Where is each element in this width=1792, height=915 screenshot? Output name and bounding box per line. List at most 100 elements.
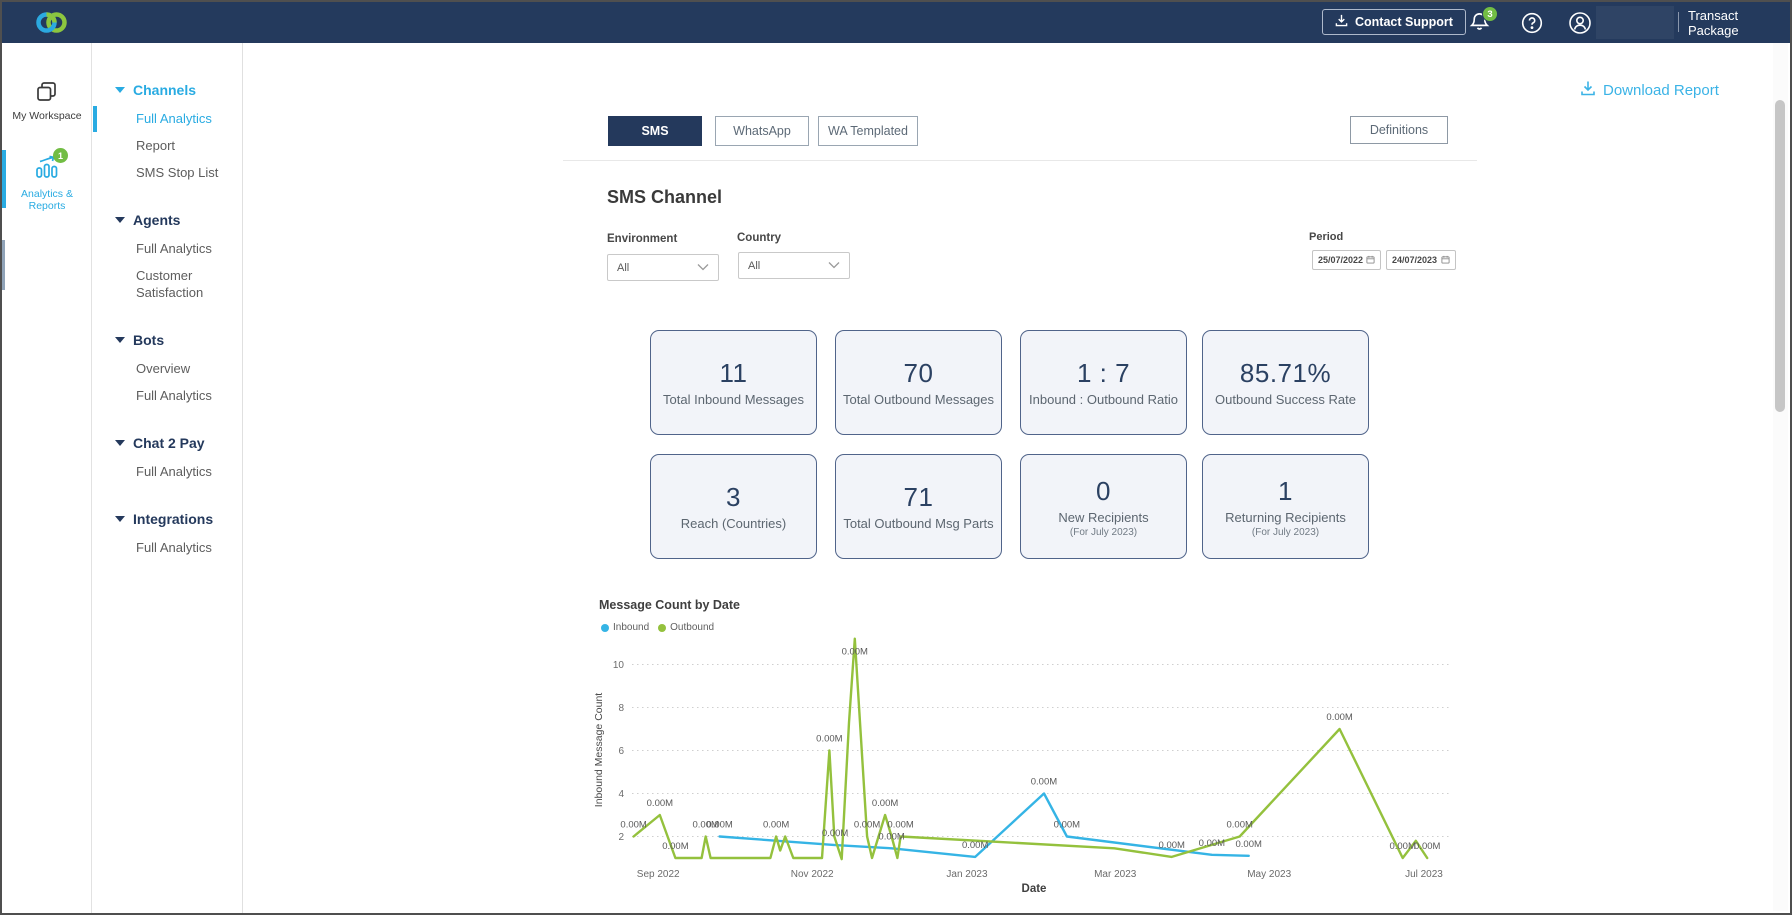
kpi-value: 1: [1278, 476, 1293, 507]
topbar-divider: [1678, 12, 1679, 32]
sidebar-item-overview[interactable]: Overview: [115, 360, 230, 377]
y-axis-label: Inbound Message Count: [593, 693, 605, 807]
sidebar-section-channels[interactable]: Channels: [115, 81, 242, 99]
download-icon: [1580, 80, 1596, 100]
kpi-card-reach-countries-: 3Reach (Countries): [650, 454, 817, 559]
environment-select[interactable]: All: [607, 254, 719, 281]
tabs-divider: [563, 160, 1477, 161]
data-point-label: 0.00M: [763, 820, 789, 831]
sidebar-section-label: Agents: [133, 212, 180, 228]
app-logo-icon[interactable]: [34, 10, 70, 40]
rail-secondary-indicator: [2, 240, 5, 290]
chevron-down-icon: [697, 262, 709, 274]
x-axis-tick: May 2023: [1247, 869, 1291, 880]
data-point-label: 0.00M: [620, 820, 646, 831]
calendar-icon: [1441, 255, 1450, 266]
kpi-value: 71: [904, 482, 934, 513]
workspace-icon: [34, 92, 60, 109]
download-report-link[interactable]: Download Report: [1580, 80, 1719, 100]
kpi-card-returning-recipients: 1Returning Recipients(For July 2023): [1202, 454, 1369, 559]
period-from-date-input[interactable]: 25/07/2022: [1312, 250, 1381, 270]
section-collapse-caret-icon: [115, 337, 125, 343]
sidebar-item-label: Report: [136, 138, 175, 153]
section-collapse-caret-icon: [115, 516, 125, 522]
sidebar-section-integrations[interactable]: Integrations: [115, 510, 242, 528]
kpi-label: Outbound Success Rate: [1215, 392, 1356, 407]
analytics-icon: 1: [32, 153, 62, 188]
data-point-label: 0.00M: [1326, 712, 1352, 723]
data-point-label: 0.00M: [962, 840, 988, 851]
sidebar-section-label: Channels: [133, 82, 196, 98]
vertical-scrollbar-thumb[interactable]: [1775, 100, 1785, 412]
page-title: SMS Channel: [607, 187, 722, 208]
y-axis-tick: 2: [618, 832, 624, 843]
x-axis-tick: Mar 2023: [1094, 869, 1137, 880]
chart-title: Message Count by Date: [599, 598, 740, 612]
x-axis-label: Date: [1022, 883, 1047, 895]
kpi-value: 11: [720, 358, 748, 389]
sidebar-item-customer-satisfaction[interactable]: Customer Satisfaction: [115, 267, 230, 301]
tab-sms[interactable]: SMS: [608, 116, 702, 146]
sidebar-item-report[interactable]: Report: [115, 137, 230, 154]
sidebar-item-full-analytics[interactable]: Full Analytics: [115, 539, 230, 556]
sidebar-item-full-analytics[interactable]: Full Analytics: [115, 463, 230, 480]
window-frame: Contact Support 3 Transact Packag: [0, 0, 1792, 915]
help-icon[interactable]: [1520, 2, 1544, 43]
environment-filter-label: Environment: [607, 233, 677, 245]
vertical-scrollbar[interactable]: [1773, 43, 1788, 911]
sidebar-section-label: Bots: [133, 332, 164, 348]
kpi-card-outbound-success-rate: 85.71%Outbound Success Rate: [1202, 330, 1369, 435]
tab-whatsapp[interactable]: WhatsApp: [715, 116, 809, 146]
chevron-down-icon: [828, 260, 840, 272]
notifications-badge: 3: [1482, 6, 1498, 22]
section-collapse-caret-icon: [115, 87, 125, 93]
sidebar-item-full-analytics[interactable]: Full Analytics: [115, 387, 230, 404]
account-name-area[interactable]: [1596, 6, 1674, 39]
tab-wa-templated[interactable]: WA Templated: [818, 116, 918, 146]
y-axis-tick: 6: [618, 746, 624, 757]
rail-item-analytics-reports[interactable]: 1 Analytics & Reports: [2, 153, 92, 212]
data-point-label: 0.00M: [872, 798, 898, 809]
sidebar-item-label: Full Analytics: [136, 464, 212, 479]
kpi-label: Total Inbound Messages: [663, 392, 804, 407]
sidebar-section-chat-2-pay[interactable]: Chat 2 Pay: [115, 434, 242, 452]
user-account-icon[interactable]: [1567, 2, 1593, 43]
data-point-label: 0.00M: [1389, 841, 1415, 852]
country-select[interactable]: All: [738, 252, 850, 279]
kpi-card-total-inbound-messages: 11 Total Inbound Messages: [650, 330, 817, 435]
sidebar-item-label: Full Analytics: [136, 111, 212, 126]
rail-label-my-workspace: My Workspace: [2, 110, 92, 122]
kpi-label: Returning Recipients: [1225, 510, 1346, 525]
sidebar-active-indicator: [93, 106, 97, 132]
contact-support-label: Contact Support: [1355, 15, 1453, 29]
kpi-label: Total Outbound Msg Parts: [843, 516, 993, 531]
data-point-label: 0.00M: [662, 841, 688, 852]
data-point-label: 0.00M: [1031, 777, 1057, 788]
download-report-label: Download Report: [1603, 82, 1719, 99]
kpi-value: 70: [904, 358, 934, 389]
sidebar-item-full-analytics[interactable]: Full Analytics: [115, 240, 230, 257]
sidebar-item-full-analytics[interactable]: Full Analytics: [115, 110, 230, 127]
kpi-sublabel: (For July 2023): [1070, 527, 1137, 538]
kpi-value: 1 : 7: [1077, 358, 1130, 389]
contact-support-icon: [1335, 14, 1348, 30]
package-label: Transact Package: [1688, 2, 1790, 43]
kpi-card-inbound-outbound-ratio: 1 : 7 Inbound : Outbound Ratio: [1020, 330, 1187, 435]
data-point-label: 0.00M: [887, 820, 913, 831]
message-count-chart: 246810Inbound Message CountSep 2022Nov 2…: [562, 630, 1482, 910]
sidebar-section-agents[interactable]: Agents: [115, 211, 242, 229]
environment-select-value: All: [617, 262, 629, 274]
contact-support-button[interactable]: Contact Support: [1322, 9, 1466, 35]
rail-label-analytics-reports: Analytics & Reports: [2, 188, 92, 212]
period-to-date-input[interactable]: 24/07/2023: [1386, 250, 1456, 270]
sidebar-item-sms-stop-list[interactable]: SMS Stop List: [115, 164, 230, 181]
kpi-label: Inbound : Outbound Ratio: [1029, 392, 1178, 407]
sidebar-section-bots[interactable]: Bots: [115, 331, 242, 349]
kpi-card-total-outbound-messages: 70Total Outbound Messages: [835, 330, 1002, 435]
data-point-label: 0.00M: [878, 831, 904, 842]
sidebar-item-label: Full Analytics: [136, 540, 212, 555]
kpi-card-total-outbound-msg-parts: 71 Total Outbound Msg Parts: [835, 454, 1002, 559]
definitions-button[interactable]: Definitions: [1350, 116, 1448, 144]
rail-item-my-workspace[interactable]: My Workspace: [2, 79, 92, 122]
y-axis-tick: 8: [618, 703, 624, 714]
